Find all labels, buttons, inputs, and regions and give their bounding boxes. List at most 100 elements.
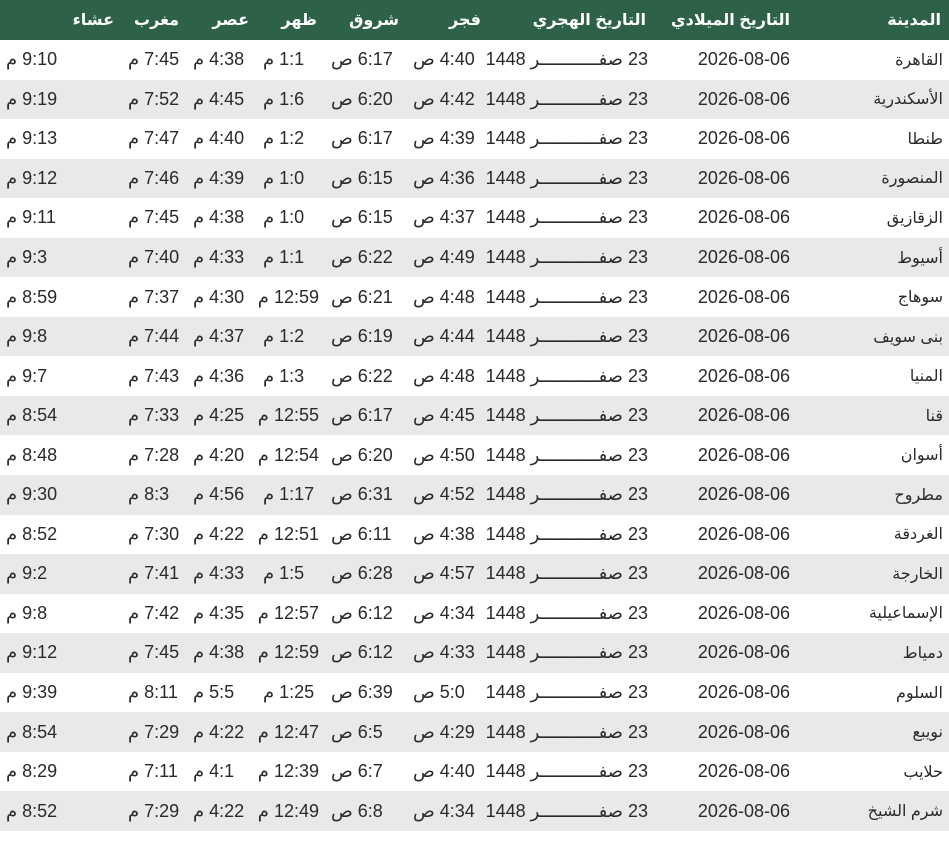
isha-cell: 9:12 م [6, 642, 58, 663]
isha-cell: 9:13 م [6, 128, 58, 149]
asr-cell: 4:36 م [193, 365, 245, 386]
asr-cell: 4:37 م [193, 326, 245, 347]
fajr-cell: 4:39 ص [413, 128, 475, 149]
sunrise-cell: 6:20 ص [331, 88, 393, 109]
maghrib-cell: 8:11 م [128, 682, 178, 703]
header-row: المدينة التاريخ الميلادي التاريخ الهجري … [0, 0, 949, 40]
dhuhr-cell: 1:6 م [263, 88, 305, 109]
dhuhr-cell: 1:5 م [263, 563, 305, 584]
isha-cell: 8:52 م [6, 800, 58, 821]
fajr-cell: 4:40 ص [413, 49, 475, 70]
asr-cell: 4:33 م [193, 563, 245, 584]
gregorian-date-cell: 2026-08-06 [697, 207, 790, 228]
fajr-cell: 4:33 ص [413, 642, 475, 663]
header-fajr: فجر [449, 12, 481, 29]
asr-cell: 4:38 م [193, 49, 245, 70]
table-row: طنطا 2026-08-06 23 صفـــــــــــر 1448 4:39… [0, 119, 949, 159]
gregorian-date-cell: 2026-08-06 [697, 602, 790, 623]
fajr-cell: 4:37 ص [413, 207, 475, 228]
gregorian-date-cell: 2026-08-06 [697, 247, 790, 267]
dhuhr-cell: 1:3 م [263, 365, 305, 386]
sunrise-cell: 6:15 ص [331, 167, 393, 188]
table-row: الزقازيق 2026-08-06 23 صفـــــــــــر 1448… [0, 198, 949, 238]
sunrise-cell: 6:15 ص [331, 207, 393, 228]
city-cell: القاهرة [895, 51, 943, 69]
table-row: أسوان 2026-08-06 23 صفـــــــــــر 1448 4:5… [0, 435, 949, 475]
maghrib-cell: 7:42 م [128, 602, 180, 623]
dhuhr-cell: 1:25 م [263, 682, 315, 703]
isha-cell: 9:19 م [6, 88, 58, 109]
fajr-cell: 4:36 ص [413, 167, 475, 188]
asr-cell: 4:20 م [193, 444, 245, 465]
gregorian-date-cell: 2026-08-06 [697, 721, 790, 742]
city-cell: بنى سويف [873, 328, 943, 346]
fajr-cell: 4:45 ص [413, 405, 475, 426]
dhuhr-cell: 1:1 م [263, 247, 305, 267]
gregorian-date-cell: 2026-08-06 [697, 563, 790, 584]
fajr-cell: 4:29 ص [413, 721, 475, 742]
asr-cell: 4:38 م [193, 207, 245, 228]
dhuhr-cell: 12:47 م [257, 721, 319, 742]
table-row: الغردقة 2026-08-06 23 صفـــــــــــر 1448 4… [0, 515, 949, 555]
sunrise-cell: 6:17 ص [331, 128, 393, 149]
hijri-date-cell: 23 صفـــــــــــر 1448 [485, 405, 648, 426]
gregorian-date-cell: 2026-08-06 [697, 761, 790, 782]
gregorian-date-cell: 2026-08-06 [697, 642, 790, 663]
dhuhr-cell: 1:1 م [263, 49, 305, 70]
isha-cell: 8:54 م [6, 405, 58, 426]
maghrib-cell: 7:45 م [128, 49, 180, 70]
dhuhr-cell: 12:54 م [257, 444, 319, 465]
header-maghrib: مغرب [134, 12, 179, 29]
dhuhr-cell: 1:0 م [263, 167, 305, 188]
isha-cell: 9:7 م [6, 365, 48, 386]
gregorian-date-cell: 2026-08-06 [697, 682, 790, 703]
maghrib-cell: 7:52 م [128, 88, 180, 109]
city-cell: الخارجة [892, 565, 943, 583]
sunrise-cell: 6:31 ص [331, 484, 393, 505]
maghrib-cell: 7:47 م [128, 128, 180, 149]
gregorian-date-cell: 2026-08-06 [697, 167, 790, 188]
header-hijri-date: التاريخ الهجري [532, 12, 646, 29]
isha-cell: 8:29 م [6, 761, 58, 782]
table-row: السلوم 2026-08-06 23 صفـــــــــــر 1448 5:… [0, 673, 949, 713]
maghrib-cell: 7:11 م [128, 761, 178, 782]
hijri-date-cell: 23 صفـــــــــــر 1448 [485, 800, 648, 821]
sunrise-cell: 6:22 ص [331, 247, 393, 267]
hijri-date-cell: 23 صفـــــــــــر 1448 [485, 49, 648, 70]
table-row: الأسكندرية 2026-08-06 23 صفـــــــــــر 14… [0, 79, 949, 120]
fajr-cell: 4:38 ص [413, 523, 475, 544]
isha-cell: 9:3 م [6, 247, 48, 267]
isha-cell: 8:54 م [6, 721, 58, 742]
city-cell: الأسكندرية [873, 91, 943, 109]
sunrise-cell: 6:20 ص [331, 444, 393, 465]
table-row: نويبع 2026-08-06 23 صفـــــــــــر 1448 4:2… [0, 712, 949, 752]
maghrib-cell: 8:3 م [128, 484, 170, 505]
hijri-date-cell: 23 صفـــــــــــر 1448 [485, 365, 648, 386]
city-cell: أسوان [900, 447, 943, 465]
fajr-cell: 5:0 ص [413, 682, 465, 703]
dhuhr-cell: 1:2 م [263, 326, 305, 347]
maghrib-cell: 7:43 م [128, 365, 180, 386]
table-row: قنا 2026-08-06 23 صفـــــــــــر 1448 4:45 … [0, 395, 949, 436]
city-cell: شرم الشيخ [867, 803, 943, 821]
maghrib-cell: 7:45 م [128, 642, 180, 663]
isha-cell: 9:11 م [6, 207, 56, 228]
isha-cell: 9:39 م [6, 682, 58, 703]
sunrise-cell: 6:39 ص [331, 682, 393, 703]
asr-cell: 4:30 م [193, 286, 245, 307]
table-row: أسيوط 2026-08-06 23 صفـــــــــــر 1448 4:4… [0, 237, 949, 278]
fajr-cell: 4:34 ص [413, 800, 475, 821]
table-body: القاهرة 2026-08-06 23 صفـــــــــــر 1448 4… [0, 40, 949, 831]
asr-cell: 4:40 م [193, 128, 245, 149]
table-row: حلايب 2026-08-06 23 صفـــــــــــر 1448 4:4… [0, 752, 949, 792]
maghrib-cell: 7:40 م [128, 247, 180, 267]
asr-cell: 4:25 م [193, 405, 245, 426]
dhuhr-cell: 12:59 م [257, 286, 319, 307]
isha-cell: 8:59 م [6, 286, 58, 307]
city-cell: المنيا [909, 368, 943, 386]
table-row: القاهرة 2026-08-06 23 صفـــــــــــر 1448 4… [0, 40, 949, 80]
gregorian-date-cell: 2026-08-06 [697, 286, 790, 307]
isha-cell: 9:30 م [6, 484, 58, 505]
asr-cell: 4:22 م [193, 721, 245, 742]
asr-cell: 4:39 م [193, 167, 245, 188]
